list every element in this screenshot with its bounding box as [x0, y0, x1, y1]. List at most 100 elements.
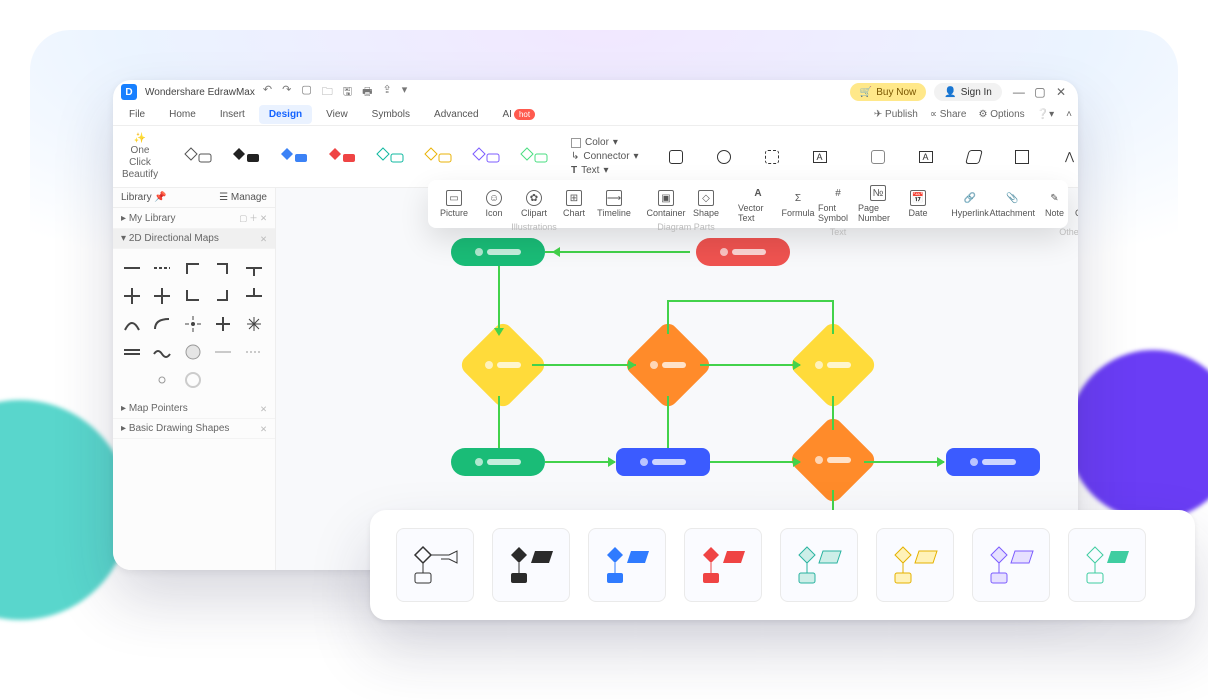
publish-button[interactable]: ✈ Publish: [874, 109, 918, 120]
menu-file[interactable]: File: [119, 105, 155, 124]
shape-corner-bl[interactable]: [182, 285, 204, 307]
theme-style-5[interactable]: [369, 130, 411, 183]
shape-cross[interactable]: [212, 313, 234, 335]
style-card-mint[interactable]: [1068, 528, 1146, 602]
style-card-teal[interactable]: [780, 528, 858, 602]
insert-comment[interactable]: 💬Comment: [1074, 190, 1078, 218]
insert-chart[interactable]: ⊞Chart: [554, 190, 594, 218]
insert-page-number[interactable]: №Page Number: [858, 185, 898, 223]
flow-node-process-1[interactable]: [451, 448, 545, 476]
shape-dline[interactable]: [121, 341, 143, 363]
help-icon[interactable]: ❔▾: [1037, 109, 1054, 120]
shape-hline-thin[interactable]: [212, 341, 234, 363]
menu-symbols[interactable]: Symbols: [362, 105, 420, 124]
ribbon-shape-2[interactable]: [703, 130, 745, 183]
shape-plus-2[interactable]: [151, 285, 173, 307]
style-card-red[interactable]: [684, 528, 762, 602]
shape-plus[interactable]: [121, 285, 143, 307]
shape-sparkle[interactable]: [182, 313, 204, 335]
ribbon-shape-1[interactable]: [655, 130, 697, 183]
theme-style-4[interactable]: [321, 130, 363, 183]
library-section-basic[interactable]: ▸ Basic Drawing Shapes✕: [113, 419, 275, 439]
ribbon-tool-e[interactable]: ⋀: [1049, 130, 1078, 183]
style-card-blue[interactable]: [588, 528, 666, 602]
text-dropdown[interactable]: TText ▾: [571, 165, 639, 176]
menu-view[interactable]: View: [316, 105, 358, 124]
share-button[interactable]: ∝ Share: [930, 109, 967, 120]
insert-hyperlink[interactable]: 🔗Hyperlink: [950, 190, 990, 218]
ribbon-shape-4[interactable]: A: [799, 130, 841, 183]
library-section-2d[interactable]: ▾ 2D Directional Maps✕: [113, 229, 275, 249]
maximize-icon[interactable]: ▢: [1031, 85, 1049, 99]
print-icon[interactable]: 🖶: [362, 83, 372, 102]
shape-dash-thin[interactable]: [243, 341, 265, 363]
save-icon[interactable]: 🖫: [343, 83, 352, 102]
export-icon[interactable]: ⇪: [382, 83, 391, 102]
insert-date[interactable]: 📅Date: [898, 190, 938, 218]
theme-style-7[interactable]: [465, 130, 507, 183]
insert-note[interactable]: ✎Note: [1034, 190, 1074, 218]
open-icon[interactable]: 🗀: [322, 83, 333, 102]
library-manage-button[interactable]: ☰ Manage: [219, 192, 267, 203]
library-section-map[interactable]: ▸ Map Pointers✕: [113, 399, 275, 419]
buy-now-button[interactable]: 🛒 Buy Now: [850, 83, 926, 101]
minimize-icon[interactable]: —: [1010, 85, 1028, 99]
shape-hline-dash[interactable]: [151, 257, 173, 279]
menu-home[interactable]: Home: [159, 105, 206, 124]
theme-style-1[interactable]: [177, 130, 219, 183]
menu-ai[interactable]: AIhot: [493, 105, 546, 124]
ribbon-tool-d[interactable]: [1001, 130, 1043, 183]
ribbon-shape-3[interactable]: [751, 130, 793, 183]
shape-corner-tr[interactable]: [212, 257, 234, 279]
one-click-beautify-button[interactable]: ✨ One Click Beautify: [119, 130, 161, 183]
collapse-ribbon-icon[interactable]: ˄: [1066, 109, 1072, 120]
insert-font-symbol[interactable]: #Font Symbol: [818, 185, 858, 223]
color-dropdown[interactable]: Color ▾: [571, 137, 639, 148]
shape-dot[interactable]: [151, 369, 173, 391]
insert-attachment[interactable]: 📎Attachment: [990, 190, 1034, 218]
style-card-yellow[interactable]: [876, 528, 954, 602]
insert-timeline[interactable]: ⟶Timeline: [594, 190, 634, 218]
insert-picture[interactable]: ▭Picture: [434, 190, 474, 218]
sign-in-button[interactable]: 👤 Sign In: [934, 83, 1002, 101]
undo-icon[interactable]: ↶: [263, 83, 272, 102]
shape-curve[interactable]: [151, 313, 173, 335]
shape-ring[interactable]: [182, 369, 204, 391]
connector-dropdown[interactable]: ↳Connector▾: [571, 151, 639, 162]
insert-formula[interactable]: ΣFormula: [778, 190, 818, 218]
menu-insert[interactable]: Insert: [210, 105, 255, 124]
shape-wave[interactable]: [151, 341, 173, 363]
style-card-purple[interactable]: [972, 528, 1050, 602]
my-library-row[interactable]: ▸ My Library ▢ ＋ ✕: [113, 208, 275, 229]
flow-node-process-3[interactable]: [946, 448, 1040, 476]
theme-style-6[interactable]: [417, 130, 459, 183]
shape-arc[interactable]: [121, 313, 143, 335]
options-button[interactable]: ⚙ Options: [978, 109, 1024, 120]
flow-node-process-2[interactable]: [616, 448, 710, 476]
ribbon-tool-a[interactable]: [857, 130, 899, 183]
insert-icon[interactable]: ☺Icon: [474, 190, 514, 218]
redo-icon[interactable]: ↷: [282, 83, 291, 102]
flow-node-start[interactable]: [451, 238, 545, 266]
more-icon[interactable]: ▾: [402, 83, 408, 102]
menu-design[interactable]: Design: [259, 105, 312, 124]
theme-style-8[interactable]: [513, 130, 555, 183]
shape-circle-fill[interactable]: [182, 341, 204, 363]
menu-advanced[interactable]: Advanced: [424, 105, 488, 124]
style-card-dark[interactable]: [492, 528, 570, 602]
ribbon-tool-b[interactable]: A: [905, 130, 947, 183]
insert-clipart[interactable]: ✿Clipart: [514, 190, 554, 218]
ribbon-tool-c[interactable]: [953, 130, 995, 183]
insert-vector-text[interactable]: AVector Text: [738, 185, 778, 223]
shape-tee-2[interactable]: [243, 285, 265, 307]
close-icon[interactable]: ✕: [1052, 85, 1070, 99]
style-card-outline[interactable]: [396, 528, 474, 602]
shape-corner-br[interactable]: [212, 285, 234, 307]
insert-shape[interactable]: ◇Shape: [686, 190, 726, 218]
shape-star[interactable]: [243, 313, 265, 335]
theme-style-3[interactable]: [273, 130, 315, 183]
insert-container[interactable]: ▣Container: [646, 190, 686, 218]
flow-node-end[interactable]: [696, 238, 790, 266]
shape-corner-tl[interactable]: [182, 257, 204, 279]
new-icon[interactable]: ▢: [301, 83, 311, 102]
